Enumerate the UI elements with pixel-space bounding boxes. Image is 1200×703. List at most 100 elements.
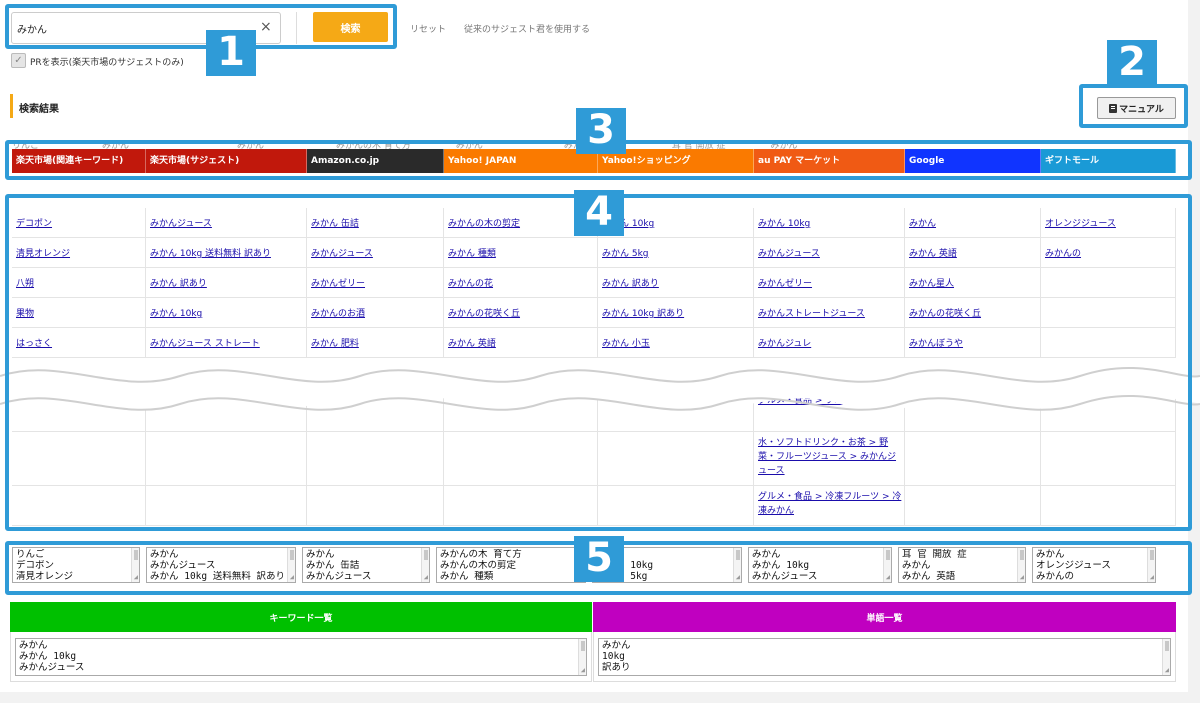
- textarea-line: みかんの: [1036, 571, 1075, 582]
- result-keyword-link[interactable]: みかん 訳あり: [146, 268, 307, 298]
- result-keyword-link[interactable]: みかん 種類: [444, 238, 598, 268]
- resize-grip-icon[interactable]: ◢: [134, 574, 138, 581]
- pr-checkbox-label: PRを表示(楽天市場のサジェストのみ): [30, 58, 184, 68]
- legacy-suggest-link[interactable]: 従来のサジェスト君を使用する: [464, 22, 590, 35]
- table-row: 八朔 みかん 訳あり みかんゼリー みかんの花 みかん 訳あり みかんゼリー みかん星人: [12, 268, 1176, 298]
- annotation-badge-1: 1: [206, 30, 256, 76]
- textarea-line: 耳 官 開放 症: [902, 549, 967, 560]
- textarea-line: みかん 缶詰: [306, 560, 360, 571]
- resize-grip-icon[interactable]: ◢: [424, 574, 428, 581]
- resize-grip-icon[interactable]: ◢: [1150, 574, 1154, 581]
- site-header-rakuten-related: 楽天市場(関連キーワード): [12, 149, 146, 173]
- result-keyword-link[interactable]: みかんの: [1041, 238, 1176, 268]
- empty-cell: [598, 486, 754, 526]
- table-row: 水・ソフトドリンク・お茶 > 野菜・フルーツジュース > みかんジュース: [12, 432, 1176, 486]
- suggest-tool-page: × 検索 リセット 従来のサジェスト君を使用する ✓ PRを表示(楽天市場のサジ…: [0, 0, 1188, 692]
- clear-icon[interactable]: ×: [260, 20, 272, 34]
- result-keyword-link[interactable]: グルメ・食品 > 冷凍フルーツ > 冷凍みかん: [754, 486, 905, 526]
- resize-grip-icon[interactable]: ◢: [1165, 667, 1169, 674]
- result-keyword-link[interactable]: みかんの花: [444, 268, 598, 298]
- textarea-line: オレンジジュース: [1036, 560, 1111, 571]
- result-keyword-link[interactable]: みかんゼリー: [754, 268, 905, 298]
- result-keyword-link[interactable]: みかん 10kg 送料無料 訳あり: [146, 238, 307, 268]
- site-keyword-textarea[interactable]: みかん みかん 10kg みかんジュース ◢: [748, 547, 892, 583]
- empty-cell: [12, 486, 146, 526]
- result-keyword-link[interactable]: デコポン: [12, 208, 146, 238]
- word-line: みかん: [602, 640, 631, 651]
- word-list-textarea[interactable]: みかん 10kg 訳あり ◢: [598, 638, 1171, 676]
- empty-cell: [1041, 432, 1176, 486]
- result-keyword-link[interactable]: 清見オレンジ: [12, 238, 146, 268]
- result-keyword-link[interactable]: みかん 訳あり: [598, 268, 754, 298]
- result-keyword-link[interactable]: 果物: [12, 298, 146, 328]
- site-keyword-textarea[interactable]: りんご デコポン 清見オレンジ ◢: [12, 547, 140, 583]
- textarea-line: みかんの木 育て方: [440, 549, 522, 560]
- result-keyword-link[interactable]: みかんゼリー: [307, 268, 444, 298]
- result-keyword-link[interactable]: みかんの花咲く丘: [444, 298, 598, 328]
- result-keyword-link[interactable]: みかんの花咲く丘: [905, 298, 1041, 328]
- site-keyword-textarea[interactable]: みかんの木 育て方みかんの木の剪定みかん 種類◢: [436, 547, 586, 583]
- annotation-badge-2: 2: [1107, 40, 1157, 86]
- annotation-badge-4: 4: [574, 190, 624, 236]
- site-keyword-textarea[interactable]: みかん みかんジュース みかん 10kg 送料無料 訳あり ◢: [146, 547, 296, 583]
- textarea-line: 清見オレンジ: [16, 571, 74, 582]
- empty-cell: [307, 432, 444, 486]
- site-keyword-textarea[interactable]: 耳 官 開放 症みかん みかん 英語 ◢: [898, 547, 1026, 583]
- word-list-panel: みかん 10kg 訳あり ◢: [593, 632, 1176, 682]
- empty-cell: [444, 486, 598, 526]
- resize-grip-icon[interactable]: ◢: [1020, 574, 1024, 581]
- table-row: グルメ・食品 > 冷凍フルーツ > 冷凍みかん: [12, 486, 1176, 526]
- keyword-list-panel: みかん みかん 10kg みかんジュース ◢: [10, 632, 592, 682]
- result-keyword-link[interactable]: みかん 缶詰: [307, 208, 444, 238]
- result-keyword-link[interactable]: オレンジジュース: [1041, 208, 1176, 238]
- result-keyword-link[interactable]: 八朔: [12, 268, 146, 298]
- result-keyword-link[interactable]: みかんストレートジュース: [754, 298, 905, 328]
- keyword-list-textarea[interactable]: みかん みかん 10kg みかんジュース ◢: [15, 638, 587, 676]
- word-line: 10kg: [602, 651, 625, 662]
- result-keyword-link[interactable]: みかん星人: [905, 268, 1041, 298]
- resize-grip-icon[interactable]: ◢: [736, 574, 740, 581]
- result-keyword-link[interactable]: みかんジュース: [307, 238, 444, 268]
- textarea-line: みかん 10kg: [752, 560, 810, 571]
- empty-cell: [598, 432, 754, 486]
- torn-break-graphic: [0, 367, 1200, 411]
- textarea-line: みかん: [150, 549, 179, 560]
- empty-cell: [1041, 298, 1176, 328]
- resize-grip-icon[interactable]: ◢: [581, 667, 585, 674]
- textarea-line: みかん: [902, 560, 931, 571]
- empty-cell: [905, 486, 1041, 526]
- empty-cell: [444, 432, 598, 486]
- empty-cell: [146, 486, 307, 526]
- manual-button[interactable]: マニュアル: [1097, 97, 1176, 119]
- result-keyword-link[interactable]: みかんのお酒: [307, 298, 444, 328]
- site-keyword-textarea[interactable]: みかん オレンジジュース みかんの ◢: [1032, 547, 1156, 583]
- table-row: 清見オレンジ みかん 10kg 送料無料 訳あり みかんジュース みかん 種類 みかん …: [12, 238, 1176, 268]
- result-keyword-link[interactable]: 水・ソフトドリンク・お茶 > 野菜・フルーツジュース > みかんジュース: [754, 432, 905, 486]
- site-keyword-textarea[interactable]: みかん みかん 缶詰 みかんジュース ◢: [302, 547, 430, 583]
- textarea-line: みかん 英語: [902, 571, 956, 582]
- result-keyword-link[interactable]: みかんジュース: [754, 238, 905, 268]
- result-keyword-link[interactable]: みかんジュース: [146, 208, 307, 238]
- manual-button-label: マニュアル: [1119, 104, 1164, 115]
- pr-checkbox[interactable]: ✓: [11, 53, 26, 68]
- result-keyword-link[interactable]: みかん 5kg: [598, 238, 754, 268]
- result-keyword-link[interactable]: みかん 10kg: [754, 208, 905, 238]
- search-button[interactable]: 検索: [313, 12, 388, 42]
- results-accent-bar: [10, 94, 13, 118]
- resize-grip-icon[interactable]: ◢: [886, 574, 890, 581]
- annotation-badge-3: 3: [576, 108, 626, 154]
- result-keyword-link[interactable]: みかん 10kg: [146, 298, 307, 328]
- annotation-badge-5: 5: [574, 536, 624, 582]
- keyword-line: みかん 10kg: [19, 651, 77, 662]
- empty-cell: [905, 432, 1041, 486]
- reset-link[interactable]: リセット: [410, 22, 446, 35]
- result-keyword-link[interactable]: みかん 10kg 訳あり: [598, 298, 754, 328]
- resize-grip-icon[interactable]: ◢: [290, 574, 294, 581]
- textarea-line: みかん: [1036, 549, 1065, 560]
- result-keyword-link[interactable]: みかん 英語: [905, 238, 1041, 268]
- textarea-line: みかんジュース: [752, 571, 818, 582]
- textarea-line: みかんジュース: [150, 560, 216, 571]
- word-list-header: 単語一覧: [593, 602, 1176, 632]
- textarea-line: りんご: [16, 549, 45, 560]
- result-keyword-link[interactable]: みかん: [905, 208, 1041, 238]
